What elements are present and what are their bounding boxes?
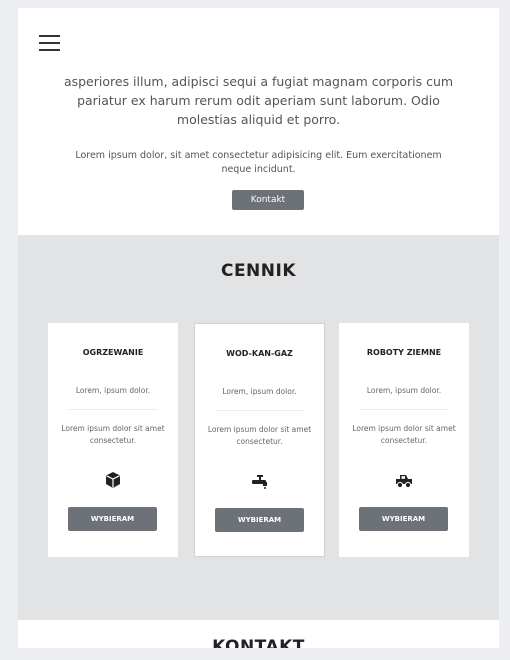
truck-icon [396, 475, 412, 489]
card-divider [215, 410, 304, 411]
kontakt-button[interactable]: Kontakt [232, 190, 304, 210]
faucet-icon [251, 475, 267, 489]
box-icon [106, 472, 120, 488]
card-description: Lorem ipsum dolor sit amet consectetur. [352, 424, 456, 445]
page: asperiores illum, adipisci sequi a fugia… [18, 8, 499, 648]
contact-title: KONTAKT [212, 637, 305, 648]
intro-paragraph: asperiores illum, adipisci sequi a fugia… [63, 74, 454, 127]
pricing-card-roboty-ziemne: ROBOTY ZIEMNE Lorem, ipsum dolor. Lorem … [339, 323, 469, 557]
wybieram-button-ogrzewanie[interactable]: WYBIERAM [68, 507, 157, 531]
intro-small-text: Lorem ipsum dolor, sit amet consectetur … [75, 150, 442, 175]
contact-section: KONTAKT [18, 620, 499, 648]
card-title: OGRZEWANIE [82, 348, 144, 357]
pricing-title: CENNIK [220, 261, 297, 281]
pricing-card-wod-kan-gaz: WOD-KAN-GAZ Lorem, ipsum dolor. Lorem ip… [194, 323, 325, 557]
card-title: WOD-KAN-GAZ [226, 349, 293, 358]
card-title: ROBOTY ZIEMNE [366, 348, 442, 357]
wybieram-button-wod-kan-gaz[interactable]: WYBIERAM [215, 508, 304, 532]
card-subtitle: Lorem, ipsum dolor. [222, 387, 297, 396]
card-divider [68, 409, 158, 410]
card-subtitle: Lorem, ipsum dolor. [366, 386, 442, 395]
hamburger-menu-icon[interactable] [39, 35, 60, 51]
pricing-card-ogrzewanie: OGRZEWANIE Lorem, ipsum dolor. Lorem ips… [48, 323, 178, 557]
card-description: Lorem ipsum dolor sit amet consectetur. [61, 424, 165, 445]
wybieram-button-roboty-ziemne[interactable]: WYBIERAM [359, 507, 448, 531]
card-subtitle: Lorem, ipsum dolor. [75, 386, 151, 395]
card-description: Lorem ipsum dolor sit amet consectetur. [207, 425, 312, 446]
card-divider [359, 409, 449, 410]
pricing-section: CENNIK OGRZEWANIE Lorem, ipsum dolor. Lo… [18, 235, 499, 620]
